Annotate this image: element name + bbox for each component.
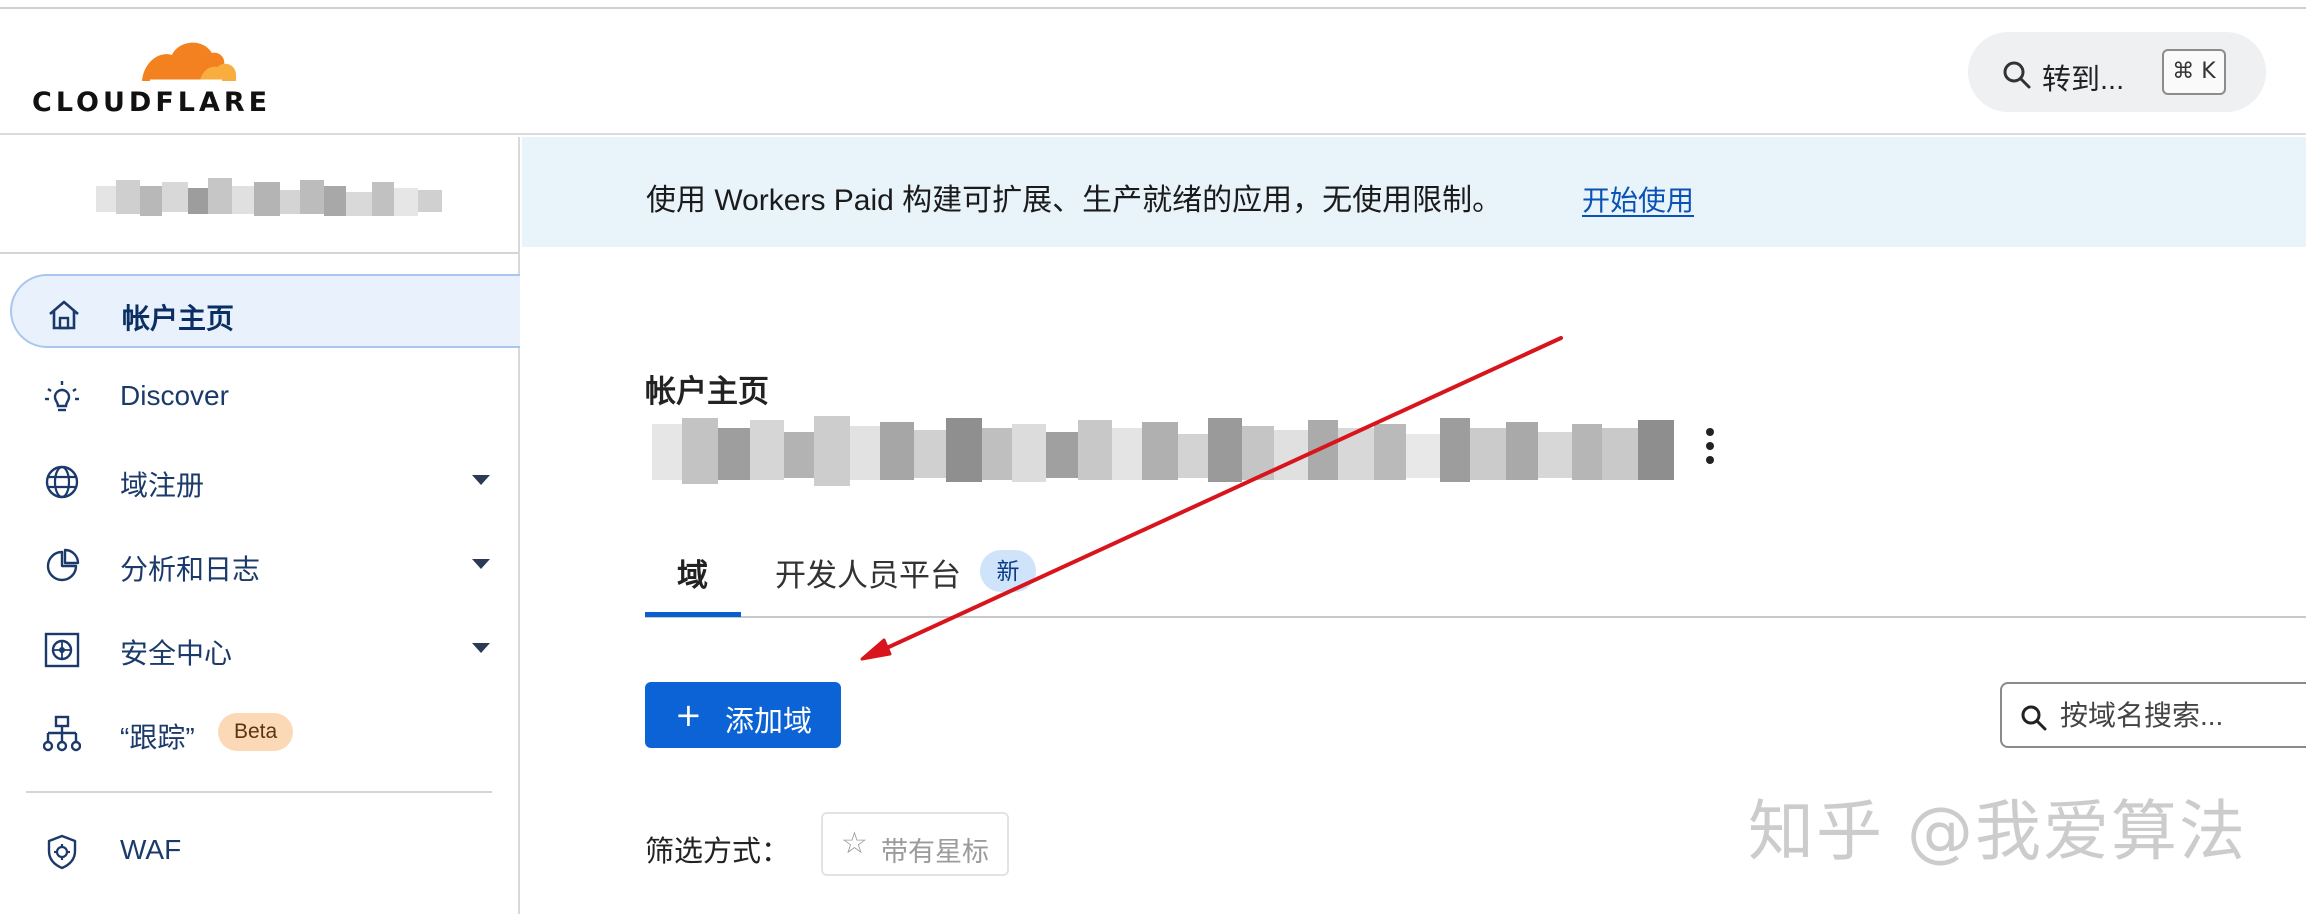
logo-wordmark: CLOUDFLARE — [32, 87, 272, 118]
search-icon — [2021, 705, 2047, 731]
chevron-down-icon[interactable] — [472, 643, 490, 653]
network-tree-icon — [43, 715, 81, 752]
plus-icon: + — [675, 696, 702, 734]
sidebar-item-label: Discover — [120, 380, 229, 411]
add-domain-label: 添加域 — [725, 706, 813, 738]
tab-developer-platform[interactable]: 开发人员平台 — [775, 550, 961, 595]
account-email-redacted — [652, 416, 1674, 486]
chevron-down-icon[interactable] — [472, 475, 490, 485]
domain-search-input[interactable] — [2060, 694, 2300, 738]
account-name-redacted — [96, 178, 442, 216]
sidebar-divider — [26, 791, 492, 793]
watermark: 知乎 @我爱算法 — [1748, 793, 2247, 870]
goto-search-button[interactable]: 转到... ⌘ K — [1968, 32, 2266, 112]
starred-filter-label: 带有星标 — [881, 837, 989, 867]
sidebar-item-analytics-logs[interactable]: 分析和日志 — [10, 527, 520, 601]
more-options-icon[interactable] — [1700, 428, 1720, 468]
sidebar-item-security-center[interactable]: 安全中心 — [10, 611, 520, 685]
sidebar-item-trace[interactable]: “跟踪” Beta — [10, 695, 520, 769]
promo-banner: 使用 Workers Paid 构建可扩展、生产就绪的应用，无使用限制。 开始使… — [522, 137, 2306, 247]
sidebar-item-label: “跟踪” — [120, 722, 195, 753]
starred-filter-button[interactable]: ☆ 带有星标 — [821, 812, 1009, 876]
sidebar-item-discover[interactable]: Discover — [10, 359, 520, 433]
filter-label: 筛选方式： — [645, 836, 791, 868]
cloudflare-logo[interactable]: CLOUDFLARE — [32, 31, 267, 121]
sidebar: 帐户主页 Discover 域注册 分析和日志 安全中心 “跟踪” Beta W… — [0, 137, 520, 914]
browser-top-edge — [0, 0, 2306, 9]
sidebar-item-label: 域注册 — [120, 470, 205, 501]
tab-bar: 域 开发人员平台 新 — [645, 540, 2306, 618]
lightbulb-icon — [45, 381, 79, 412]
keyboard-shortcut-hint: ⌘ K — [2162, 49, 2226, 95]
domain-search-field[interactable] — [2000, 682, 2306, 748]
new-badge: 新 — [980, 550, 1036, 592]
sidebar-item-domain-registration[interactable]: 域注册 — [10, 443, 520, 517]
shield-gear-icon — [47, 834, 77, 870]
sidebar-item-label: 帐户主页 — [122, 303, 235, 334]
get-started-link[interactable]: 开始使用 — [1582, 179, 1694, 219]
sidebar-item-label: 安全中心 — [120, 638, 233, 669]
globe-icon — [45, 465, 79, 499]
page-title: 帐户主页 — [645, 374, 769, 409]
star-icon: ☆ — [841, 826, 868, 861]
cloudflare-cloud-icon — [142, 42, 236, 83]
home-icon — [49, 300, 79, 330]
sidebar-divider — [0, 252, 518, 254]
chevron-down-icon[interactable] — [472, 559, 490, 569]
tab-domains[interactable]: 域 — [677, 550, 708, 595]
active-tab-indicator — [645, 612, 741, 617]
sidebar-item-label: 分析和日志 — [120, 554, 261, 585]
pie-chart-icon — [46, 548, 80, 582]
sidebar-item-label: WAF — [120, 834, 182, 865]
security-center-icon — [44, 632, 80, 668]
search-icon — [2003, 61, 2031, 89]
goto-label: 转到... — [2042, 64, 2125, 96]
sidebar-item-account-home[interactable]: 帐户主页 — [10, 274, 520, 348]
sidebar-item-waf[interactable]: WAF — [10, 813, 520, 887]
add-domain-button[interactable]: + 添加域 — [645, 682, 841, 748]
beta-badge: Beta — [218, 713, 294, 751]
top-bar: CLOUDFLARE 转到... ⌘ K — [0, 9, 2306, 135]
banner-text: 使用 Workers Paid 构建可扩展、生产就绪的应用，无使用限制。 — [646, 184, 1503, 217]
